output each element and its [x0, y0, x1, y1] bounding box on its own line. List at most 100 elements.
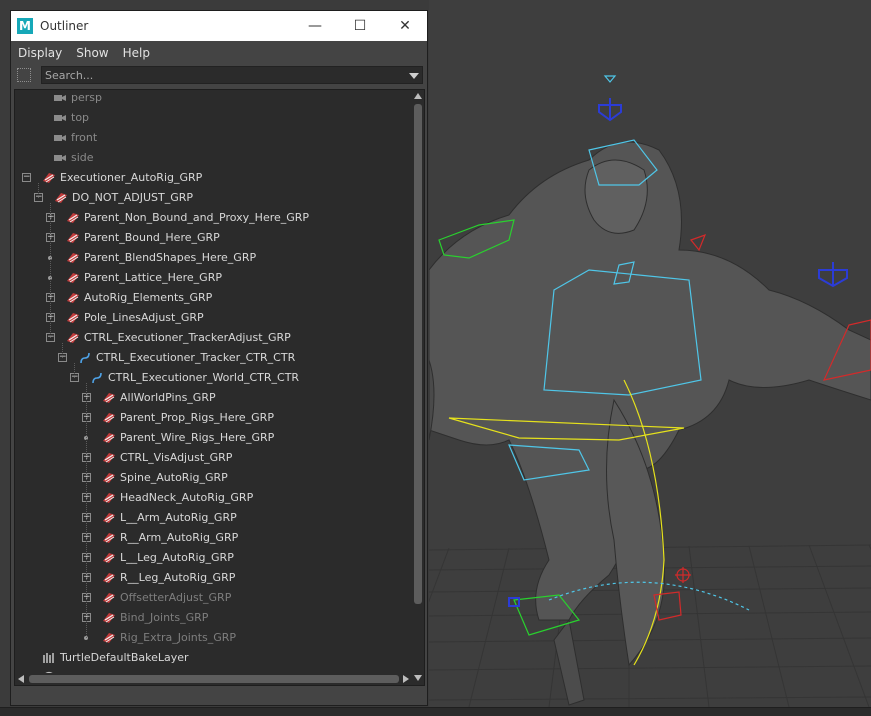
outliner-item-label: Executioner_AutoRig_GRP: [60, 171, 203, 184]
horizontal-scrollbar[interactable]: [15, 673, 412, 685]
camera-icon: [53, 131, 67, 145]
ik-pin-top: [598, 98, 622, 122]
outliner-item[interactable]: + OffsetterAdjust_GRP: [15, 588, 412, 608]
outliner-item-label: Parent_Prop_Rigs_Here_GRP: [120, 411, 274, 424]
search-dropdown-icon[interactable]: [409, 73, 419, 79]
transform-icon: [102, 391, 116, 405]
transform-icon: [66, 251, 80, 265]
outliner-item[interactable]: − CTRL_Executioner_TrackerAdjust_GRP: [15, 328, 412, 348]
vertical-scrollbar[interactable]: [412, 90, 424, 681]
title-bar[interactable]: M Outliner — ☐ ✕: [11, 11, 427, 41]
outliner-item-label: AutoRig_Elements_GRP: [84, 291, 213, 304]
scroll-left-icon[interactable]: [18, 675, 24, 683]
outliner-item-label: front: [71, 131, 98, 144]
outliner-item-label: L__Arm_AutoRig_GRP: [120, 511, 237, 524]
outliner-item-label: R__Leg_AutoRig_GRP: [120, 571, 236, 584]
outliner-item[interactable]: + L__Arm_AutoRig_GRP: [15, 508, 412, 528]
outliner-item[interactable]: + AutoRig_Elements_GRP: [15, 288, 412, 308]
outliner-item[interactable]: TurtleDefaultBakeLayer: [15, 648, 412, 668]
neck-marker: [603, 75, 617, 83]
outliner-item-label: TurtleDefaultBakeLayer: [60, 651, 189, 664]
maximize-button[interactable]: ☐: [345, 15, 375, 37]
collapse-icon[interactable]: −: [22, 173, 31, 182]
transform-icon: [66, 211, 80, 225]
outliner-item-label: Parent_Lattice_Here_GRP: [84, 271, 222, 284]
close-button[interactable]: ✕: [390, 15, 420, 37]
menu-display[interactable]: Display: [18, 46, 62, 60]
transform-icon: [102, 511, 116, 525]
camera-icon: [53, 111, 67, 125]
scroll-down-icon[interactable]: [414, 675, 422, 681]
outliner-item[interactable]: + Parent_Bound_Here_GRP: [15, 228, 412, 248]
ik-pin-right: [818, 262, 848, 288]
filter-icon[interactable]: [17, 68, 31, 82]
transform-icon: [54, 191, 68, 205]
outliner-item[interactable]: + Parent_Non_Bound_and_Proxy_Here_GRP: [15, 208, 412, 228]
outliner-item-label: Bind_Joints_GRP: [120, 611, 209, 624]
outliner-item-label: HeadNeck_AutoRig_GRP: [120, 491, 254, 504]
outliner-item[interactable]: + L__Leg_AutoRig_GRP: [15, 548, 412, 568]
window-title: Outliner: [40, 19, 89, 33]
vertical-scroll-thumb[interactable]: [414, 104, 422, 604]
outliner-item-label: Spine_AutoRig_GRP: [120, 471, 228, 484]
transform-icon: [102, 451, 116, 465]
transform-icon: [102, 571, 116, 585]
outliner-item[interactable]: persp: [15, 90, 412, 108]
maya-logo-icon: M: [17, 18, 33, 34]
outliner-item[interactable]: + Parent_Prop_Rigs_Here_GRP: [15, 408, 412, 428]
outliner-window: M Outliner — ☐ ✕ Display Show Help persp…: [10, 10, 428, 706]
transform-icon: [66, 271, 80, 285]
camera-icon: [53, 91, 67, 105]
transform-icon: [102, 531, 116, 545]
hierarchy-guide-line: [38, 183, 39, 198]
search-row: [11, 65, 427, 87]
menu-bar: Display Show Help: [11, 41, 427, 65]
outliner-item-label: Parent_Bound_Here_GRP: [84, 231, 220, 244]
outliner-item[interactable]: + Pole_LinesAdjust_GRP: [15, 308, 412, 328]
outliner-item-label: Parent_Non_Bound_and_Proxy_Here_GRP: [84, 211, 310, 224]
outliner-item[interactable]: Parent_Wire_Rigs_Here_GRP: [15, 428, 412, 448]
outliner-item[interactable]: − Executioner_AutoRig_GRP: [15, 168, 412, 188]
horizontal-scroll-thumb[interactable]: [29, 675, 399, 683]
outliner-item[interactable]: front: [15, 128, 412, 148]
outliner-item-label: Pole_LinesAdjust_GRP: [84, 311, 204, 324]
outliner-item[interactable]: + R__Arm_AutoRig_GRP: [15, 528, 412, 548]
outliner-item[interactable]: + AllWorldPins_GRP: [15, 388, 412, 408]
outliner-item[interactable]: + CTRL_VisAdjust_GRP: [15, 448, 412, 468]
minimize-button[interactable]: —: [300, 15, 330, 37]
transform-icon: [102, 591, 116, 605]
outliner-item[interactable]: + Spine_AutoRig_GRP: [15, 468, 412, 488]
transform-icon: [102, 411, 116, 425]
transform-icon: [66, 231, 80, 245]
outliner-item[interactable]: + Bind_Joints_GRP: [15, 608, 412, 628]
outliner-item[interactable]: top: [15, 108, 412, 128]
outliner-item[interactable]: + R__Leg_AutoRig_GRP: [15, 568, 412, 588]
transform-icon: [66, 331, 80, 345]
transform-icon: [102, 491, 116, 505]
viewport-3d[interactable]: [429, 0, 871, 707]
outliner-item-label: CTRL_Executioner_TrackerAdjust_GRP: [84, 331, 291, 344]
search-input[interactable]: [41, 66, 423, 84]
outliner-item-label: top: [71, 111, 90, 124]
hierarchy-guide-line: [74, 363, 75, 378]
scroll-up-icon[interactable]: [414, 93, 422, 99]
scroll-right-icon[interactable]: [403, 675, 409, 683]
hierarchy-guide-line: [86, 383, 87, 638]
menu-show[interactable]: Show: [76, 46, 108, 60]
curve-icon: [90, 371, 104, 385]
outliner-item[interactable]: side: [15, 148, 412, 168]
outliner-tree[interactable]: persp top front side − Executioner_AutoRig_GR…: [15, 90, 412, 685]
bake-layer-icon: [42, 651, 56, 665]
outliner-item[interactable]: + HeadNeck_AutoRig_GRP: [15, 488, 412, 508]
outliner-item[interactable]: − DO_NOT_ADJUST_GRP: [15, 188, 412, 208]
viewport-scene: [429, 75, 871, 707]
outliner-item[interactable]: Parent_Lattice_Here_GRP: [15, 268, 412, 288]
outliner-item[interactable]: Rig_Extra_Joints_GRP: [15, 628, 412, 648]
outliner-item-label: R__Arm_AutoRig_GRP: [120, 531, 239, 544]
menu-help[interactable]: Help: [123, 46, 150, 60]
transform-icon: [66, 291, 80, 305]
hierarchy-guide-line: [62, 343, 63, 358]
outliner-item[interactable]: Parent_BlendShapes_Here_GRP: [15, 248, 412, 268]
outliner-item-label: Parent_Wire_Rigs_Here_GRP: [120, 431, 275, 444]
transform-icon: [66, 311, 80, 325]
